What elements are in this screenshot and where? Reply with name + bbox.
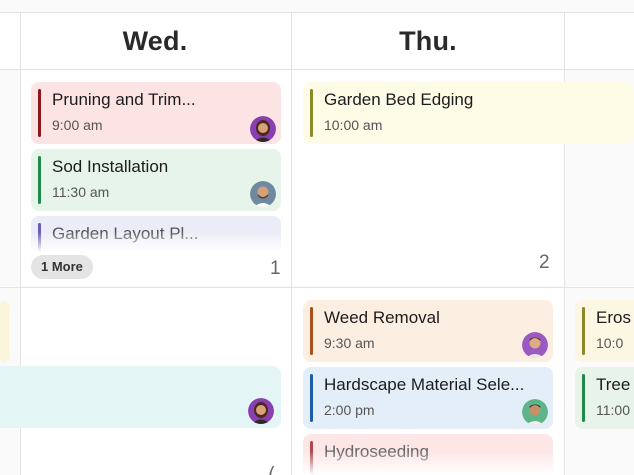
event-card-garden-layout[interactable]: Garden Layout Pl... [31,216,281,252]
event-title: Garden Bed Edging [324,90,474,109]
event-title: Eros [596,308,631,327]
event-title: Hardscape Material Sele... [324,375,525,394]
man-beard-avatar-icon [250,181,276,207]
event-time: 9:00 am [52,117,103,133]
event-time: 10:00 am [324,117,383,133]
event-card-multiday[interactable] [0,366,281,428]
event-card-partial[interactable] [0,301,9,363]
overflow-fade [31,232,281,252]
more-events-button[interactable]: 1 More [31,255,93,279]
week-divider [0,287,634,288]
day-number[interactable]: 2 [539,252,550,274]
event-color-bar [582,307,585,355]
event-time: 11:30 am [52,184,110,200]
grid-line [291,13,292,475]
event-card-hardscape[interactable]: Hardscape Material Sele... 2:00 pm [303,367,553,429]
event-color-bar [38,89,41,137]
event-title: Tree [596,375,631,394]
event-title: Pruning and Trim... [52,90,196,109]
event-title: Weed Removal [324,308,440,327]
event-card-erosion[interactable]: Eros 10:0 [575,300,634,362]
event-time: 9:30 am [324,335,375,351]
event-time: 11:00 [596,402,630,418]
day-number[interactable]: 7 [266,466,277,475]
event-title: Sod Installation [52,157,169,176]
man-avatar-icon [522,332,548,358]
event-time: 2:00 pm [324,402,375,418]
event-color-bar [38,156,41,204]
event-card-tree[interactable]: Tree 11:00 [575,367,634,429]
day-number[interactable]: 1 [270,258,281,280]
woman-avatar-icon [248,398,274,424]
event-time: 10:0 [596,335,624,351]
event-color-bar [310,374,313,422]
event-card-sod-installation[interactable]: Sod Installation 11:30 am [31,149,281,211]
event-card-hydroseeding[interactable]: Hydroseeding [303,434,553,475]
woman-avatar-icon [250,116,276,142]
event-card-weed-removal[interactable]: Weed Removal 9:30 am [303,300,553,362]
overflow-fade [303,451,553,475]
day-header-thu: Thu. [399,25,457,56]
event-color-bar [310,89,313,137]
day-header-wed: Wed. [122,25,188,56]
event-color-bar [582,374,585,422]
event-card-garden-bed-edging[interactable]: Garden Bed Edging 10:00 am [303,82,634,144]
calendar-header: Wed. Thu. [0,13,634,70]
event-card-pruning[interactable]: Pruning and Trim... 9:00 am [31,82,281,144]
man-avatar-icon [522,399,548,425]
event-color-bar [310,307,313,355]
